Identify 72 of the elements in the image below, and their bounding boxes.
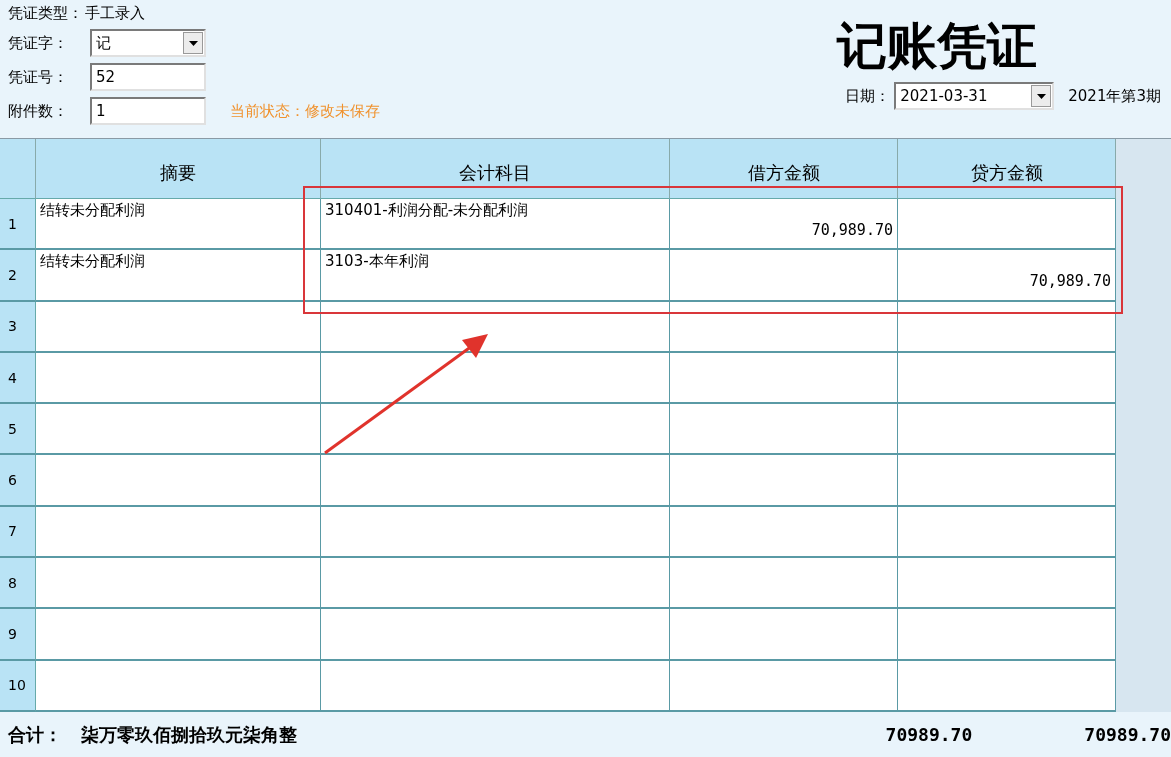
table-cell[interactable]	[670, 250, 898, 302]
table-cell[interactable]	[898, 301, 1116, 353]
table-cell[interactable]: 310401-利润分配-未分配利润	[321, 199, 670, 251]
period-text: 2021年第3期	[1068, 86, 1161, 106]
row-number: 7	[0, 506, 36, 559]
table-cell[interactable]	[898, 506, 1116, 559]
column-header: 借方金额	[670, 139, 898, 199]
table-cell[interactable]	[670, 455, 898, 507]
table-cell[interactable]	[670, 352, 898, 405]
table-cell[interactable]: 结转未分配利润	[36, 199, 321, 251]
table-cell[interactable]	[898, 609, 1116, 661]
table-cell[interactable]	[36, 455, 321, 507]
attachments-field[interactable]: 1	[90, 97, 206, 125]
credit-total: 70989.70	[1084, 724, 1171, 745]
row-number: 6	[0, 455, 36, 507]
row-number: 5	[0, 404, 36, 456]
table-cell[interactable]	[321, 301, 670, 353]
table-cell[interactable]	[670, 609, 898, 661]
voucher-word-label: 凭证字：	[8, 33, 69, 53]
table-cell[interactable]	[898, 455, 1116, 507]
table-cell[interactable]	[36, 609, 321, 661]
table-cell[interactable]	[321, 609, 670, 661]
table-cell[interactable]	[898, 352, 1116, 405]
table-cell[interactable]: 70,989.70	[670, 199, 898, 251]
amount-in-words: 柒万零玖佰捌拾玖元柒角整	[80, 722, 298, 747]
column-header: 会计科目	[321, 139, 670, 199]
row-number: 3	[0, 301, 36, 353]
table-cell[interactable]	[36, 352, 321, 405]
table-cell[interactable]	[670, 506, 898, 559]
voucher-type-label: 凭证类型：	[8, 3, 83, 23]
attachments-label: 附件数：	[8, 101, 69, 121]
table-cell[interactable]	[670, 404, 898, 456]
table-cell[interactable]	[670, 301, 898, 353]
voucher-no-field[interactable]: 52	[90, 63, 206, 91]
table-cell[interactable]	[36, 506, 321, 559]
table-cell[interactable]	[321, 558, 670, 610]
table-cell[interactable]	[36, 404, 321, 456]
table-cell[interactable]	[898, 660, 1116, 712]
row-number: 9	[0, 609, 36, 661]
row-number: 2	[0, 250, 36, 302]
table-cell[interactable]	[321, 404, 670, 456]
status-text: 当前状态：修改未保存	[230, 101, 380, 121]
table-cell[interactable]	[321, 506, 670, 559]
voucher-type-value: 手工录入	[85, 3, 145, 23]
row-number: 8	[0, 558, 36, 610]
table-cell[interactable]	[321, 352, 670, 405]
debit-total: 70989.70	[885, 724, 973, 745]
table-cell[interactable]	[36, 558, 321, 610]
total-label: 合计：	[8, 722, 63, 747]
header-corner	[0, 139, 36, 199]
column-header: 贷方金额	[898, 139, 1116, 199]
date-label: 日期：	[845, 86, 891, 106]
table-cell[interactable]: 70,989.70	[898, 250, 1116, 302]
table-cell[interactable]	[670, 558, 898, 610]
table-cell[interactable]	[898, 404, 1116, 456]
table-cell[interactable]	[36, 660, 321, 712]
row-number: 1	[0, 199, 36, 251]
table-cell[interactable]: 3103-本年利润	[321, 250, 670, 302]
table-cell[interactable]	[321, 455, 670, 507]
table-cell[interactable]: 结转未分配利润	[36, 250, 321, 302]
table-cell[interactable]	[898, 199, 1116, 251]
column-header: 摘要	[36, 139, 321, 199]
row-number: 4	[0, 352, 36, 405]
table-cell[interactable]	[670, 660, 898, 712]
table-cell[interactable]	[36, 301, 321, 353]
voucher-word-dropdown[interactable]: 记	[90, 29, 206, 57]
row-number: 10	[0, 660, 36, 712]
voucher-title: 记账凭证	[837, 18, 1037, 73]
table-cell[interactable]	[898, 558, 1116, 610]
date-dropdown[interactable]: 2021-03-31	[894, 82, 1055, 110]
table-cell[interactable]	[321, 660, 670, 712]
voucher-no-label: 凭证号：	[8, 67, 69, 87]
